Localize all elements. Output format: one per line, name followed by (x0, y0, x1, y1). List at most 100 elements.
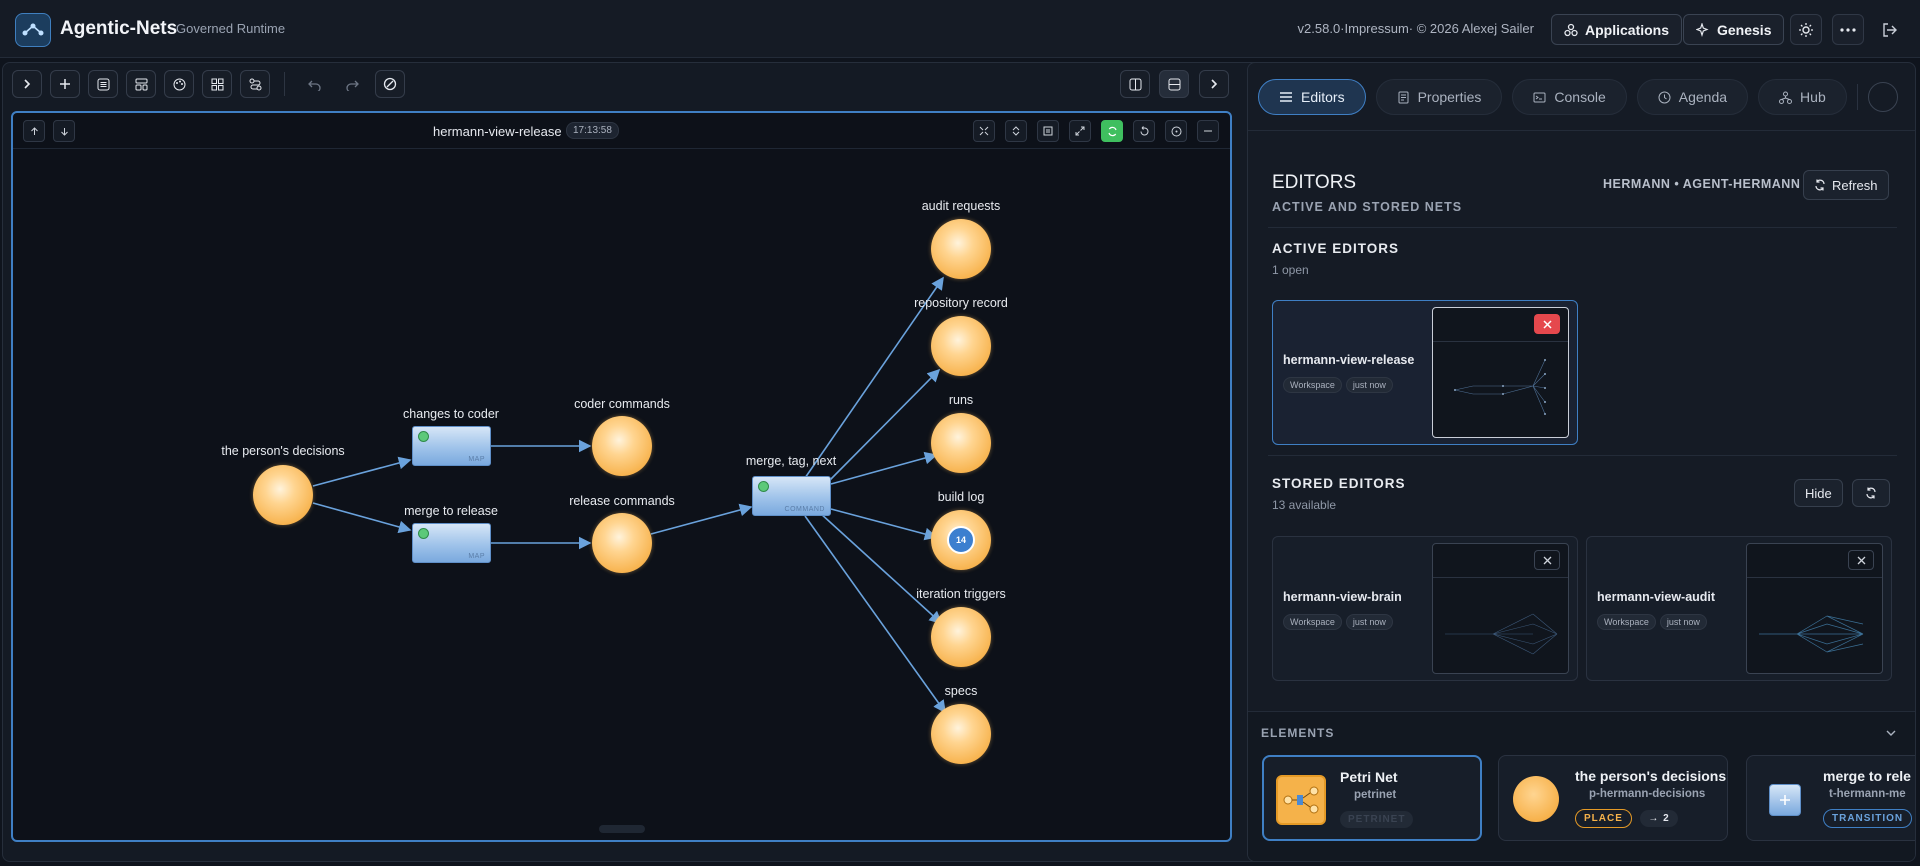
split-vertical-button[interactable] (1120, 70, 1150, 98)
more-options-button[interactable] (1832, 14, 1864, 45)
place-specs[interactable] (931, 704, 991, 764)
stored-editor-card[interactable]: hermann-view-brain Workspace just now (1272, 536, 1578, 681)
place-runs[interactable] (931, 413, 991, 473)
arc[interactable] (829, 368, 941, 481)
stored-editor-card[interactable]: hermann-view-audit Workspace just now (1586, 536, 1892, 681)
type-badge: PETRINET (1340, 811, 1414, 828)
time-chip: just now (1345, 377, 1393, 393)
route-icon (249, 78, 261, 90)
element-card-place[interactable]: the person's decisions p-hermann-decisio… (1498, 755, 1728, 841)
grid-button[interactable] (202, 70, 232, 98)
collapse-panel-button[interactable] (1199, 70, 1229, 98)
divider (1248, 711, 1915, 712)
editor-card-chips: Workspace just now (1283, 612, 1397, 630)
place-label: coder commands (574, 397, 670, 411)
tab-editors[interactable]: Editors (1258, 79, 1366, 115)
arc[interactable] (830, 508, 938, 541)
arc[interactable] (650, 503, 753, 535)
net-thumbnail (1445, 613, 1558, 655)
arc[interactable] (830, 451, 938, 485)
tab-label: Hub (1800, 89, 1826, 105)
resize-handle[interactable] (599, 825, 645, 833)
undo-button[interactable] (299, 70, 329, 98)
place-audit-requests[interactable] (931, 219, 991, 279)
tab-divider (1856, 84, 1858, 110)
more-tabs-button[interactable] (1867, 82, 1898, 112)
arc[interactable] (312, 502, 412, 534)
grid-icon (211, 78, 223, 90)
arc[interactable] (819, 512, 943, 625)
editor-card-name: hermann-view-brain (1283, 590, 1402, 604)
version-text[interactable]: v2.58.0·Impressum· © 2026 Alexej Sailer (1298, 21, 1534, 36)
element-card-transition[interactable]: merge to rele t-hermann-me TRANSITION (1746, 755, 1915, 841)
chevron-down-icon[interactable] (1885, 727, 1897, 739)
applications-label: Applications (1585, 21, 1670, 38)
file-icon (1398, 91, 1409, 103)
tab-label: Console (1554, 89, 1606, 105)
layout-icon (135, 78, 147, 90)
place-label: repository record (914, 296, 1008, 310)
hub-icon (1779, 91, 1793, 104)
transition-kind: MAP (468, 456, 485, 463)
layout-button[interactable] (126, 70, 156, 98)
theme-toggle-button[interactable] (1790, 14, 1822, 45)
place-label: specs (944, 684, 978, 698)
stored-editors-count: 13 available (1272, 498, 1337, 512)
genesis-label: Genesis (1717, 21, 1772, 38)
clock-icon (1658, 91, 1671, 103)
logout-button[interactable] (1874, 14, 1906, 45)
transition-merge-to-release[interactable]: MAP (412, 523, 491, 563)
element-card-petrinet[interactable]: Petri Net petrinet PETRINET (1262, 755, 1482, 841)
ban-icon (383, 77, 397, 91)
tab-hub[interactable]: Hub (1758, 79, 1847, 115)
panel-subtitle: ACTIVE AND STORED NETS (1272, 200, 1463, 214)
time-chip: just now (1345, 614, 1393, 630)
elements-title: ELEMENTS (1261, 726, 1335, 740)
route-button[interactable] (240, 70, 270, 98)
app-logo[interactable] (15, 13, 51, 47)
net-thumbnail (1759, 615, 1864, 653)
tab-console[interactable]: Console (1512, 79, 1627, 115)
divider (1268, 227, 1897, 228)
place-build-log[interactable]: 14 (931, 510, 991, 570)
applications-button[interactable]: Applications (1551, 14, 1683, 45)
tab-properties[interactable]: Properties (1375, 79, 1503, 115)
arc-layer (312, 276, 946, 714)
genesis-button[interactable]: Genesis (1683, 14, 1785, 45)
arc[interactable] (312, 456, 412, 487)
transition-changes-to-coder[interactable]: MAP (412, 426, 491, 466)
place-release-commands[interactable] (592, 513, 652, 573)
net-editor[interactable]: hermann-view-release 17:13:58 the person… (11, 111, 1232, 842)
transition-merge-tag-next[interactable]: COMMAND (752, 476, 831, 516)
list-button[interactable] (88, 70, 118, 98)
app-title: Agentic-Nets (60, 18, 178, 39)
hide-button[interactable]: Hide (1794, 479, 1843, 507)
place-coder-commands[interactable] (592, 416, 652, 476)
element-id: t-hermann-me (1829, 788, 1906, 800)
disable-button[interactable] (375, 70, 405, 98)
place-repository-record[interactable] (931, 316, 991, 376)
active-editor-card[interactable]: hermann-view-release Workspace just now (1272, 300, 1578, 445)
workspace-chip: Workspace (1283, 614, 1342, 630)
redo-button[interactable] (337, 70, 367, 98)
add-button[interactable] (50, 70, 80, 98)
expand-sidebar-button[interactable] (12, 70, 42, 98)
reload-stored-button[interactable] (1852, 479, 1890, 507)
top-bar: Agentic-Nets Governed Runtime v2.58.0·Im… (0, 0, 1920, 58)
split-horizontal-button[interactable] (1159, 70, 1189, 98)
palette-button[interactable] (164, 70, 194, 98)
network-logo-icon (22, 23, 44, 36)
place-icon (1513, 776, 1559, 822)
status-dot (418, 431, 429, 442)
tab-label: Agenda (1678, 89, 1728, 105)
place-persons-decisions[interactable] (253, 465, 313, 525)
arc[interactable] (804, 515, 946, 714)
hide-label: Hide (1805, 485, 1832, 501)
place-label: release commands (569, 494, 675, 508)
transition-label: merge, tag, next (745, 454, 837, 468)
refresh-button[interactable]: Refresh (1803, 170, 1889, 200)
place-iteration-triggers[interactable] (931, 607, 991, 667)
tab-agenda[interactable]: Agenda (1636, 79, 1749, 115)
toolbar-divider (284, 72, 285, 96)
active-editors-title: ACTIVE EDITORS (1272, 241, 1400, 256)
